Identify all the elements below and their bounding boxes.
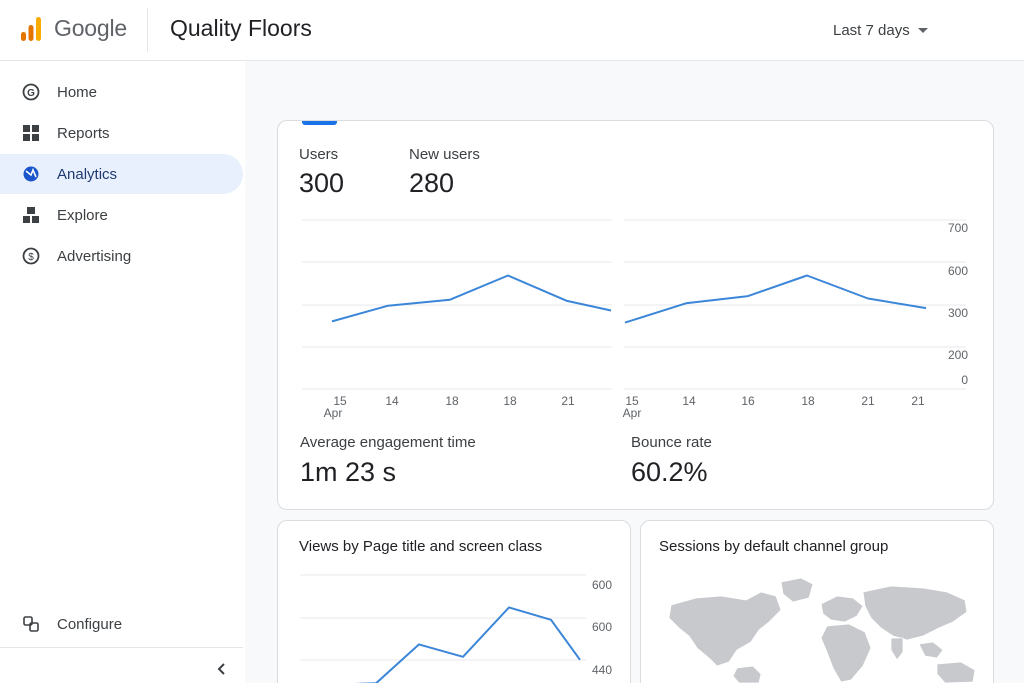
y-tick-label: 440 — [592, 663, 612, 677]
analytics-page: Google Quality Floors Last 7 days G Home… — [0, 0, 1024, 683]
views-series-line — [353, 606, 581, 683]
views-chart: 600 600 440 — [300, 574, 612, 683]
y-tick-label: 600 — [592, 578, 612, 592]
y-tick-label: 600 — [592, 620, 612, 634]
